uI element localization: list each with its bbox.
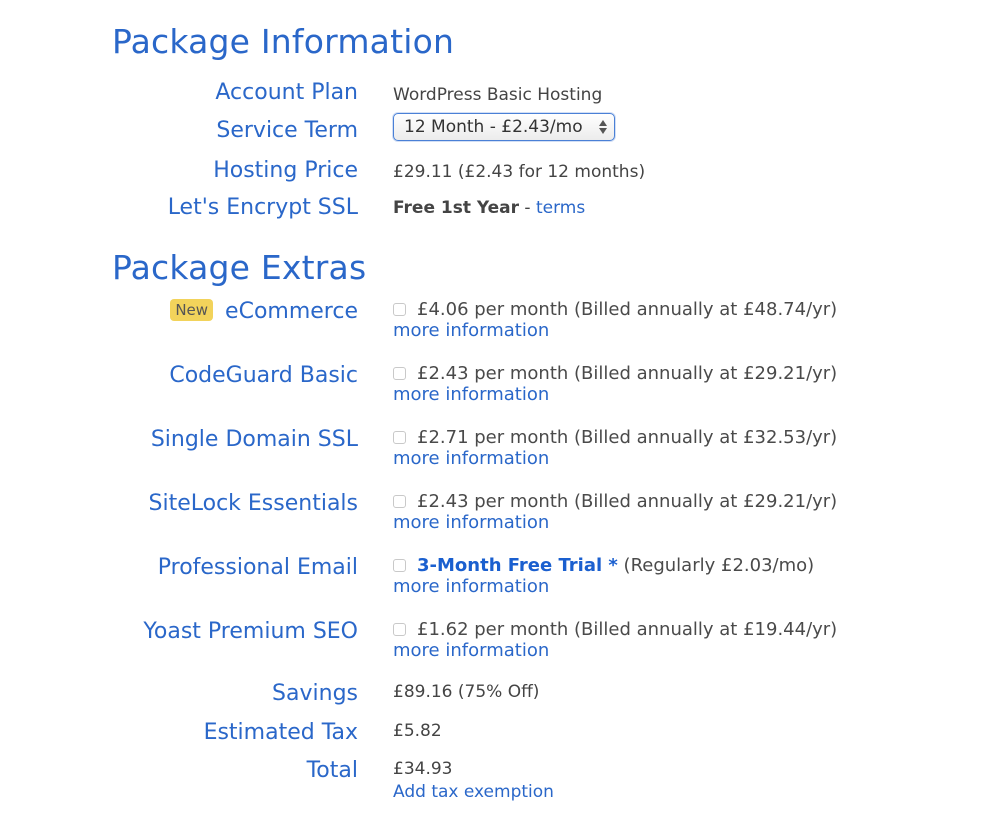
more-information-link[interactable]: more information: [393, 576, 549, 597]
extra-price: £2.43 per month (Billed annually at £29.…: [417, 491, 838, 512]
more-information-link[interactable]: more information: [393, 320, 549, 341]
service-term-select[interactable]: 12 Month - £2.43/mo: [393, 113, 615, 141]
service-term-label: Service Term: [216, 118, 358, 143]
extra-checkbox-professional-email[interactable]: [393, 559, 406, 572]
savings-value: £89.16 (75% Off): [393, 682, 540, 702]
select-updown-arrows-icon: [599, 120, 607, 134]
total-value: £34.93 Add tax exemption: [393, 759, 554, 802]
total-amount: £34.93: [393, 759, 453, 779]
ssl-label: Let's Encrypt SSL: [167, 195, 358, 220]
extra-option-single-domain-ssl: £2.71 per month (Billed annually at £32.…: [393, 427, 837, 469]
extra-name: eCommerce: [225, 299, 358, 324]
extra-label-sitelock: SiteLock Essentials: [148, 491, 359, 516]
extra-option-yoast: £1.62 per month (Billed annually at £19.…: [393, 619, 837, 661]
package-extras-title: Package Extras: [112, 248, 367, 287]
add-tax-exemption-link[interactable]: Add tax exemption: [393, 782, 554, 802]
more-information-link[interactable]: more information: [393, 640, 549, 661]
service-term-selected-value: 12 Month - £2.43/mo: [404, 117, 583, 137]
more-information-link[interactable]: more information: [393, 512, 549, 533]
savings-label: Savings: [272, 681, 358, 706]
more-information-link[interactable]: more information: [393, 448, 549, 469]
extra-label-single-domain-ssl: Single Domain SSL: [150, 427, 358, 452]
hosting-price-label: Hosting Price: [213, 158, 358, 183]
extra-checkbox-yoast[interactable]: [393, 623, 406, 636]
extra-checkbox-sitelock[interactable]: [393, 495, 406, 508]
extra-price: (Regularly £2.03/mo): [617, 555, 815, 576]
free-trial-text: 3-Month Free Trial *: [417, 555, 618, 576]
estimated-tax-value: £5.82: [393, 721, 442, 741]
extra-checkbox-codeguard[interactable]: [393, 367, 406, 380]
extra-label-codeguard: CodeGuard Basic: [169, 363, 358, 388]
estimated-tax-label: Estimated Tax: [203, 720, 358, 745]
extra-checkbox-single-domain-ssl[interactable]: [393, 431, 406, 444]
new-badge: New: [170, 299, 214, 321]
ssl-value: Free 1st Year - terms: [393, 198, 585, 218]
total-label: Total: [306, 758, 358, 783]
extra-checkbox-ecommerce[interactable]: [393, 303, 406, 316]
ssl-free-text: Free 1st Year: [393, 198, 520, 218]
more-information-link[interactable]: more information: [393, 384, 549, 405]
hosting-price-value: £29.11 (£2.43 for 12 months): [393, 162, 646, 182]
extra-price: £2.43 per month (Billed annually at £29.…: [417, 363, 838, 384]
extra-price: £2.71 per month (Billed annually at £32.…: [417, 427, 838, 448]
extra-option-professional-email: 3-Month Free Trial * (Regularly £2.03/mo…: [393, 555, 814, 597]
extra-label-ecommerce: New eCommerce: [170, 299, 358, 324]
extra-label-professional-email: Professional Email: [157, 555, 358, 580]
ssl-terms-link[interactable]: terms: [536, 198, 585, 218]
extra-option-codeguard: £2.43 per month (Billed annually at £29.…: [393, 363, 837, 405]
extra-price: £1.62 per month (Billed annually at £19.…: [417, 619, 838, 640]
ssl-separator: -: [519, 198, 536, 218]
extra-option-sitelock: £2.43 per month (Billed annually at £29.…: [393, 491, 837, 533]
extra-label-yoast: Yoast Premium SEO: [143, 619, 358, 644]
package-information-title: Package Information: [112, 22, 455, 61]
account-plan-value: WordPress Basic Hosting: [393, 85, 603, 105]
account-plan-label: Account Plan: [215, 80, 358, 105]
extra-price: £4.06 per month (Billed annually at £48.…: [417, 299, 838, 320]
extra-option-ecommerce: £4.06 per month (Billed annually at £48.…: [393, 299, 837, 341]
